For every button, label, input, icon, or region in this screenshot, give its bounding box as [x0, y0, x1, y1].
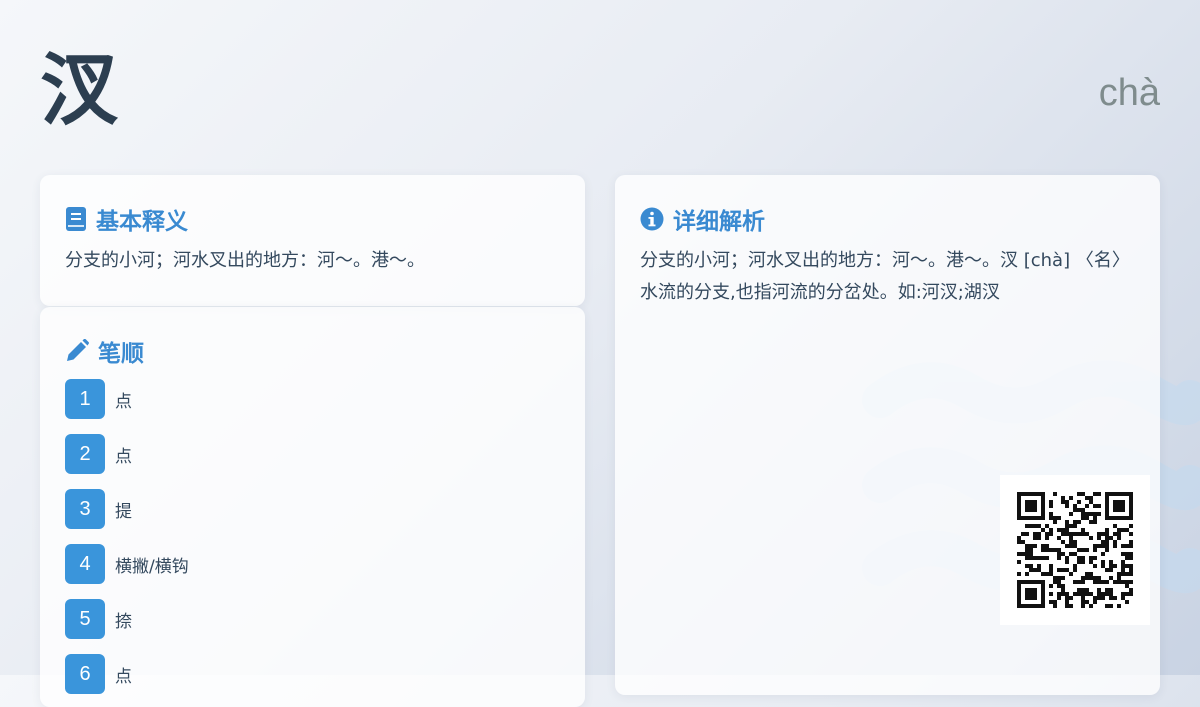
stroke-name: 点: [115, 666, 132, 687]
pencil-icon: [67, 339, 89, 361]
stroke-list: 1 点 2 点 3 提 4 横撇/横钩 5 捺 6 点: [65, 379, 560, 694]
info-icon: [640, 207, 664, 231]
basic-meaning-title: 基本释义: [96, 209, 188, 235]
stroke-number: 3: [65, 489, 105, 529]
stroke-number: 2: [65, 434, 105, 474]
stroke-order-title: 笔顺: [98, 341, 144, 367]
book-icon: [66, 207, 86, 231]
detail-title: 详细解析: [673, 209, 765, 235]
stroke-item: 6 点: [65, 654, 560, 694]
stroke-item: 3 提: [65, 489, 560, 529]
stroke-item: 4 横撇/横钩: [65, 544, 560, 584]
stroke-item: 5 捺: [65, 599, 560, 639]
stroke-item: 2 点: [65, 434, 560, 474]
stroke-order-card: 笔顺 1 点 2 点 3 提 4 横撇/横钩 5 捺 6 点: [40, 307, 585, 707]
basic-meaning-card: 基本释义 分支的小河；河水叉出的地方：河～。港～。: [40, 175, 585, 306]
stroke-number: 6: [65, 654, 105, 694]
stroke-number: 1: [65, 379, 105, 419]
stroke-name: 横撇/横钩: [115, 556, 189, 577]
pinyin-label: chà: [1098, 72, 1160, 114]
stroke-number: 4: [65, 544, 105, 584]
basic-meaning-text: 分支的小河；河水叉出的地方：河～。港～。: [65, 250, 425, 271]
basic-meaning-heading: 基本释义: [65, 203, 560, 235]
character-heading: 汊: [40, 46, 119, 136]
stroke-name: 点: [115, 446, 132, 467]
stroke-item: 1 点: [65, 379, 560, 419]
stroke-name: 捺: [115, 611, 132, 632]
stroke-number: 5: [65, 599, 105, 639]
stroke-name: 点: [115, 391, 132, 412]
stroke-order-heading: 笔顺: [65, 335, 560, 367]
qr-code: [1000, 475, 1150, 625]
detail-heading: 详细解析: [640, 203, 1135, 235]
qr-code-icon: [1017, 492, 1133, 608]
stroke-name: 提: [115, 501, 132, 522]
detail-text: 分支的小河；河水叉出的地方：河～。港～。汊 [chà] 〈名〉 水流的分支,也指…: [640, 250, 1130, 303]
